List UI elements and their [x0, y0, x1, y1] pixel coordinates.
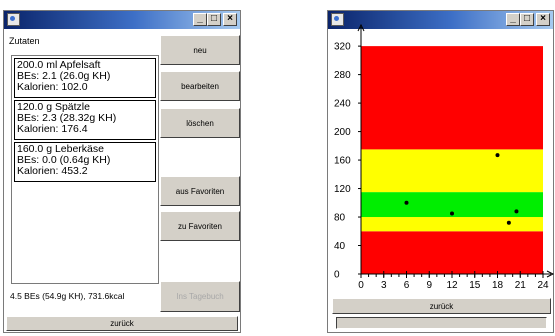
y-tick-label: 280 [334, 70, 351, 81]
ins-tagebuch-button[interactable]: Ins Tagebuch [160, 281, 240, 312]
range-bands [361, 46, 543, 274]
zurueck-button[interactable]: zurück [6, 316, 238, 331]
x-tick-label: 3 [381, 280, 387, 291]
list-item[interactable]: 120.0 g Spätzle BEs: 2.3 (28.32g KH) Kal… [14, 100, 156, 140]
data-point [506, 220, 511, 225]
chart-window: _ □ × 0 40 80 120 160 200 240 280 320 0 3 6 9 12 15 18 2… [327, 10, 555, 333]
button-spacer [160, 142, 240, 174]
aus-favoriten-button[interactable]: aus Favoriten [160, 176, 240, 206]
y-tick-label: 80 [334, 213, 346, 224]
data-point [404, 200, 409, 205]
item-kalorien: Kalorien: 102.0 [17, 81, 88, 93]
range-band [361, 231, 543, 274]
data-point [514, 209, 519, 214]
summary-text: 4.5 BEs (54.9g KH), 731.6kcal [10, 291, 125, 301]
item-kalorien: Kalorien: 176.4 [17, 123, 88, 135]
x-tick-label: 24 [537, 280, 549, 291]
x-tick-label: 18 [492, 280, 504, 291]
zutaten-window: _ □ × Zutaten 200.0 ml Apfelsaft BEs: 2.… [3, 10, 241, 333]
y-tick-label: 0 [334, 270, 340, 281]
list-item[interactable]: 160.0 g Leberkäse BEs: 0.0 (0.64g KH) Ka… [14, 142, 156, 182]
bearbeiten-button[interactable]: bearbeiten [160, 71, 240, 101]
range-band [361, 217, 543, 232]
zutaten-heading: Zutaten [9, 36, 40, 46]
list-item[interactable]: 200.0 ml Apfelsaft BEs: 2.1 (26.0g KH) K… [14, 58, 156, 98]
y-tick-label: 160 [334, 156, 351, 167]
data-point [495, 153, 500, 158]
y-tick-label: 240 [334, 99, 351, 110]
zu-favoriten-button[interactable]: zu Favoriten [160, 211, 240, 241]
x-tick-label: 6 [404, 280, 410, 291]
loeschen-button[interactable]: löschen [160, 108, 240, 138]
ingredient-list[interactable]: 200.0 ml Apfelsaft BEs: 2.1 (26.0g KH) K… [11, 55, 159, 284]
java-app-icon [7, 13, 20, 26]
range-band [361, 149, 543, 193]
data-point [450, 211, 454, 216]
x-tick-label: 0 [358, 280, 364, 291]
x-tick-label: 9 [426, 280, 432, 291]
blood-sugar-chart: 0 40 80 120 160 200 240 280 320 0 3 6 9 12 15 18 21 24 [334, 23, 555, 291]
neu-button[interactable]: neu [160, 35, 240, 65]
zurueck-button[interactable]: zurück [332, 298, 551, 314]
status-bar [336, 317, 547, 329]
range-band [361, 46, 543, 150]
minimize-icon[interactable]: _ [193, 13, 207, 26]
x-tick-label: 21 [515, 280, 527, 291]
y-tick-label: 40 [334, 241, 346, 252]
y-tick-label: 320 [334, 42, 351, 53]
x-tick-label: 12 [446, 280, 458, 291]
y-tick-label: 200 [334, 127, 351, 138]
item-kalorien: Kalorien: 453.2 [17, 165, 88, 177]
y-tick-label: 120 [334, 184, 351, 195]
maximize-icon[interactable]: □ [207, 13, 221, 26]
close-icon[interactable]: × [223, 13, 237, 26]
x-tick-label: 15 [469, 280, 481, 291]
title-bar[interactable]: _ □ × [4, 11, 240, 29]
